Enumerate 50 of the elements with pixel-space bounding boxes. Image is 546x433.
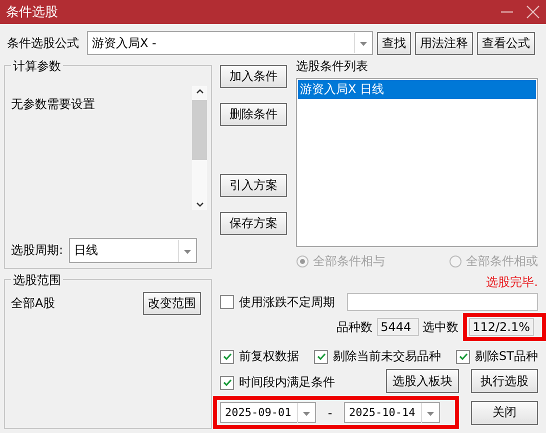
start-date-picker[interactable]: 2025-09-01 [220,402,316,423]
status-text: 选股完毕. [486,274,538,291]
checkbox-label: 剔除ST品种 [475,348,538,365]
param-message: 无参数需要设置 [11,96,96,113]
formula-label: 条件选股公式 [7,34,79,52]
group-title: 计算参数 [11,58,63,75]
action-button[interactable]: 选股入板块 [386,369,459,393]
scrollbar[interactable] [192,86,207,210]
toolbar-button[interactable]: 查看公式 [477,32,535,54]
end-date-picker[interactable]: 2025-10-14 [344,402,440,423]
period-input[interactable] [347,293,538,311]
checkbox-label: 剔除当前未交易品种 [333,348,442,365]
action-button[interactable]: 删除条件 [220,103,287,126]
check-icon [222,351,232,362]
range-value: 全部A股 [11,295,56,312]
checkbox-label: 前复权数据 [239,348,299,365]
radio-label: 全部条件相或 [466,253,538,270]
count-label: 品种数 [336,318,373,336]
radio-label: 全部条件相与 [313,253,385,270]
action-button[interactable]: 加入条件 [220,65,287,88]
close-icon[interactable] [526,5,540,19]
count-label: 选中数 [422,318,459,336]
list-item[interactable]: 游资入局X 日线 [298,80,536,99]
checkbox[interactable] [456,350,470,364]
toolbar-button[interactable]: 用法注释 [415,32,473,54]
check-icon [222,377,232,388]
action-button[interactable]: 保存方案 [220,212,287,235]
list-title: 选股条件列表 [296,58,369,75]
checkbox[interactable] [220,376,234,390]
selected-count-field: 112/2.1% [468,318,534,336]
count-field: 5444 [376,318,419,336]
check-icon [316,351,327,362]
action-button[interactable]: 执行选股 [471,369,538,393]
period-label: 选股周期: [11,242,64,259]
change-range-button[interactable]: 改变范围 [143,292,201,315]
group-title: 选股范围 [11,272,63,289]
formula-combo[interactable]: 游资入局X - [87,31,373,55]
action-button[interactable]: 引入方案 [220,174,287,197]
checkbox-label: 使用涨跌不定周期 [239,294,335,310]
window-title: 条件选股 [6,4,58,21]
checkbox-label: 时间段内满足条件 [239,374,335,391]
checkbox[interactable] [220,295,234,309]
toolbar-button[interactable]: 查找 [377,32,411,54]
close-button[interactable]: 关闭 [471,400,538,424]
checkbox[interactable] [220,350,234,364]
period-combo[interactable]: 日线 [69,238,198,263]
date-separator: - [326,406,334,420]
check-icon [458,351,469,362]
checkbox[interactable] [314,350,328,364]
scroll-thumb[interactable] [192,100,207,160]
